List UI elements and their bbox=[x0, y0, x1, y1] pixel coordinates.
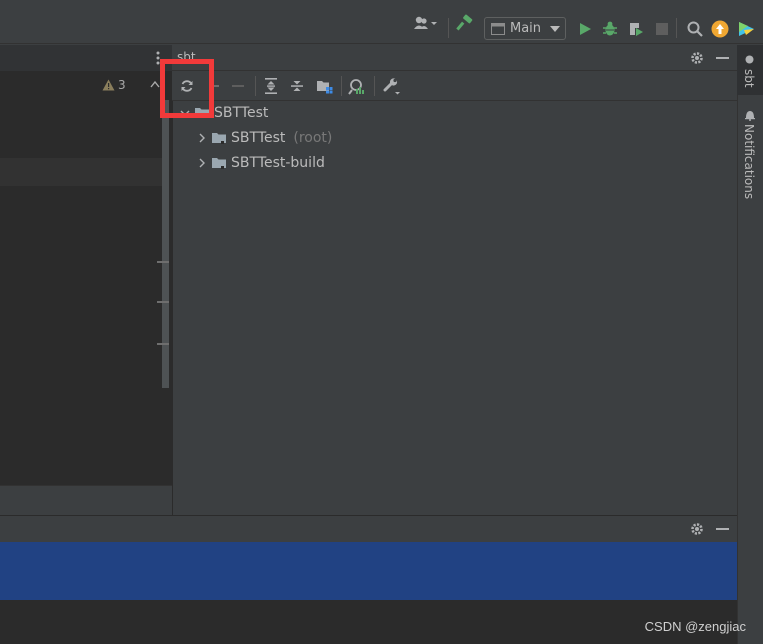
debug-icon[interactable] bbox=[601, 20, 619, 38]
scroll-marker bbox=[157, 301, 169, 303]
chevron-right-icon bbox=[199, 158, 205, 168]
minimize-icon[interactable] bbox=[716, 528, 729, 530]
tree-root-label: SBTTest bbox=[214, 105, 269, 121]
warning-indicator[interactable]: 3 bbox=[102, 78, 126, 92]
editor-status-strip bbox=[0, 485, 172, 515]
scroll-marker bbox=[157, 343, 169, 345]
module-folder-icon bbox=[212, 133, 226, 144]
editor-tab-bar bbox=[0, 45, 172, 71]
window-icon bbox=[491, 22, 505, 35]
group-modules-button[interactable] bbox=[315, 77, 333, 95]
analyze-icon bbox=[347, 78, 364, 95]
warning-count: 3 bbox=[118, 78, 126, 92]
collapse-all-icon bbox=[291, 81, 303, 91]
chevron-up-icon[interactable] bbox=[150, 80, 160, 88]
run-config-label: Main bbox=[510, 21, 542, 36]
wrench-icon bbox=[383, 78, 400, 95]
main-toolbar: Main bbox=[0, 0, 763, 44]
analyze-button[interactable] bbox=[347, 77, 365, 95]
sbt-dot-icon bbox=[745, 55, 754, 64]
run-icon[interactable] bbox=[576, 20, 594, 38]
editor-current-line bbox=[0, 158, 165, 186]
sbt-toolbar bbox=[172, 71, 737, 101]
update-icon[interactable] bbox=[711, 20, 729, 38]
sbt-tab-label: sbt bbox=[742, 69, 756, 88]
gear-icon[interactable] bbox=[690, 51, 704, 65]
watermark: CSDN @zengjiac bbox=[644, 619, 746, 634]
chevron-down-icon bbox=[550, 25, 561, 32]
bottom-panel-header bbox=[0, 515, 737, 542]
settings-button[interactable] bbox=[383, 77, 401, 95]
folder-grid-icon bbox=[316, 80, 332, 93]
chevron-right-icon bbox=[199, 133, 205, 143]
notifications-tab-label[interactable]: Notifications bbox=[742, 124, 756, 199]
remove-icon bbox=[232, 85, 244, 87]
module-folder-icon bbox=[212, 158, 226, 169]
highlight-box bbox=[160, 59, 214, 118]
expand-all-icon bbox=[265, 78, 277, 94]
tree-item-label: SBTTest-build bbox=[231, 155, 325, 171]
bottom-content bbox=[0, 600, 737, 644]
scroll-marker bbox=[157, 261, 169, 263]
tree-item-sbttest[interactable]: SBTTest (root) bbox=[197, 127, 332, 149]
user-icon[interactable] bbox=[412, 14, 440, 32]
bell-icon[interactable] bbox=[744, 109, 756, 121]
tree-item-suffix: (root) bbox=[293, 130, 333, 146]
tree-item-label: SBTTest bbox=[231, 130, 286, 146]
sbt-title-bar bbox=[172, 45, 737, 71]
search-icon[interactable] bbox=[686, 20, 704, 38]
jetbrains-icon[interactable] bbox=[738, 20, 756, 38]
stop-icon[interactable] bbox=[653, 20, 671, 38]
expand-all-button[interactable] bbox=[262, 77, 280, 95]
minimize-icon[interactable] bbox=[716, 57, 729, 59]
gear-icon[interactable] bbox=[690, 522, 704, 536]
run-config-select[interactable]: Main bbox=[484, 17, 566, 40]
tree-item-sbttest-build[interactable]: SBTTest-build bbox=[197, 152, 325, 174]
collapse-all-button[interactable] bbox=[288, 77, 306, 95]
build-hammer-icon[interactable] bbox=[456, 14, 474, 32]
coverage-icon[interactable] bbox=[627, 20, 645, 38]
editor-area[interactable] bbox=[0, 45, 172, 515]
selected-row[interactable] bbox=[0, 542, 737, 600]
warning-icon bbox=[102, 79, 115, 91]
remove-button[interactable] bbox=[229, 77, 247, 95]
sbt-side-tab[interactable]: sbt bbox=[737, 45, 763, 95]
